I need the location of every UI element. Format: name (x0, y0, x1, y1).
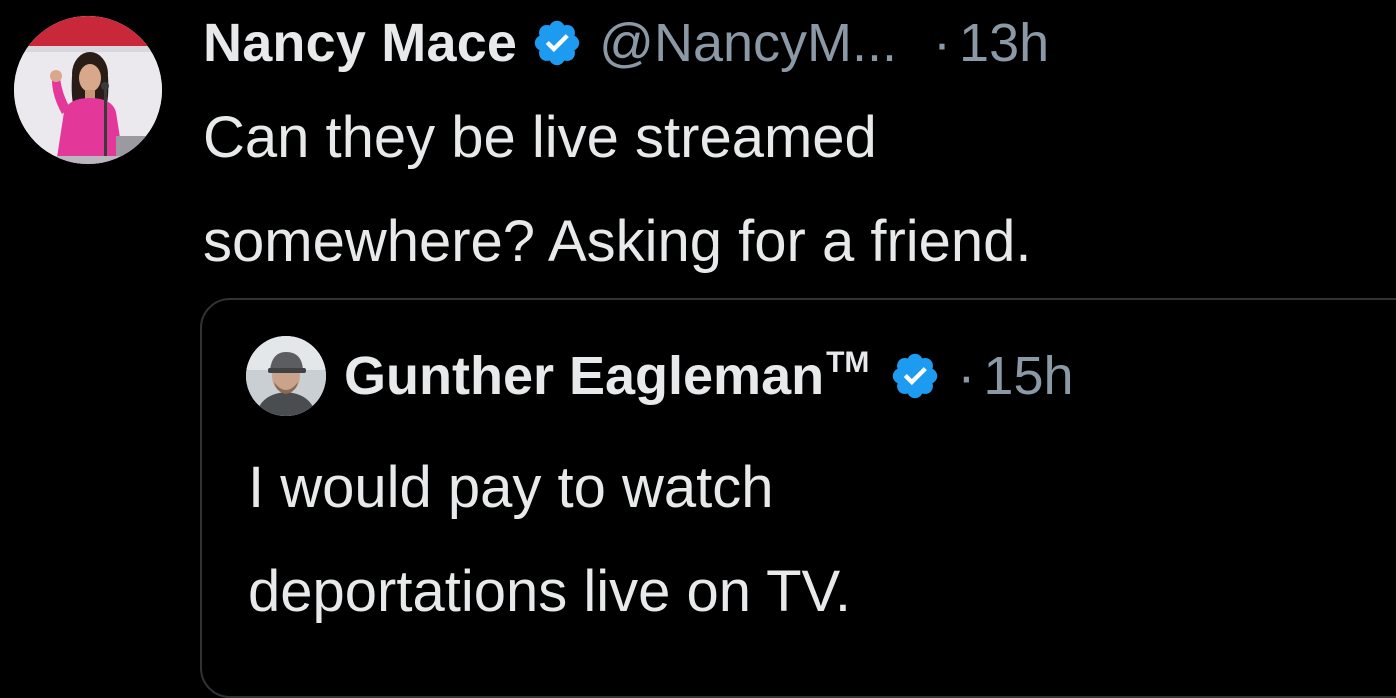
author-avatar[interactable] (14, 16, 162, 164)
tweet-text: Can they be live streamed somewhere? Ask… (203, 86, 1363, 294)
author-handle[interactable]: @NancyM... (599, 12, 897, 74)
tweet-text-line: Can they be live streamed (203, 105, 877, 170)
tweet-header: Nancy Mace @NancyM... · 13h (203, 4, 1049, 82)
quoted-author-name-text: Gunther Eagleman (344, 346, 825, 406)
quoted-author-avatar-image (246, 336, 326, 416)
verified-badge-icon[interactable] (531, 17, 583, 69)
author-display-name[interactable]: Nancy Mace (203, 12, 517, 74)
quoted-tweet-text: I would pay to watch deportations live o… (248, 436, 1348, 644)
tweet-timestamp[interactable]: 13h (959, 12, 1049, 74)
quoted-author-display-name[interactable]: Gunther EaglemanTM (344, 345, 869, 407)
separator-dot: · (933, 13, 952, 73)
verified-badge-icon[interactable] (889, 350, 941, 402)
quoted-tweet-text-line: deportations live on TV. (248, 559, 851, 624)
separator-dot: · (957, 346, 976, 406)
quoted-tweet-card[interactable]: Gunther EaglemanTM · 15h I would pay to … (200, 298, 1396, 698)
tweet-text-line: somewhere? Asking for a friend. (203, 209, 1032, 274)
tweet[interactable]: Nancy Mace @NancyM... · 13h Can they be … (0, 0, 1396, 698)
quoted-author-avatar[interactable] (246, 336, 326, 416)
quoted-tweet-timestamp[interactable]: 15h (983, 345, 1073, 407)
trademark-mark: TM (826, 346, 870, 379)
author-avatar-image (14, 16, 162, 164)
quoted-tweet-text-line: I would pay to watch (248, 455, 774, 520)
quoted-tweet-header: Gunther EaglemanTM · 15h (246, 336, 1074, 416)
